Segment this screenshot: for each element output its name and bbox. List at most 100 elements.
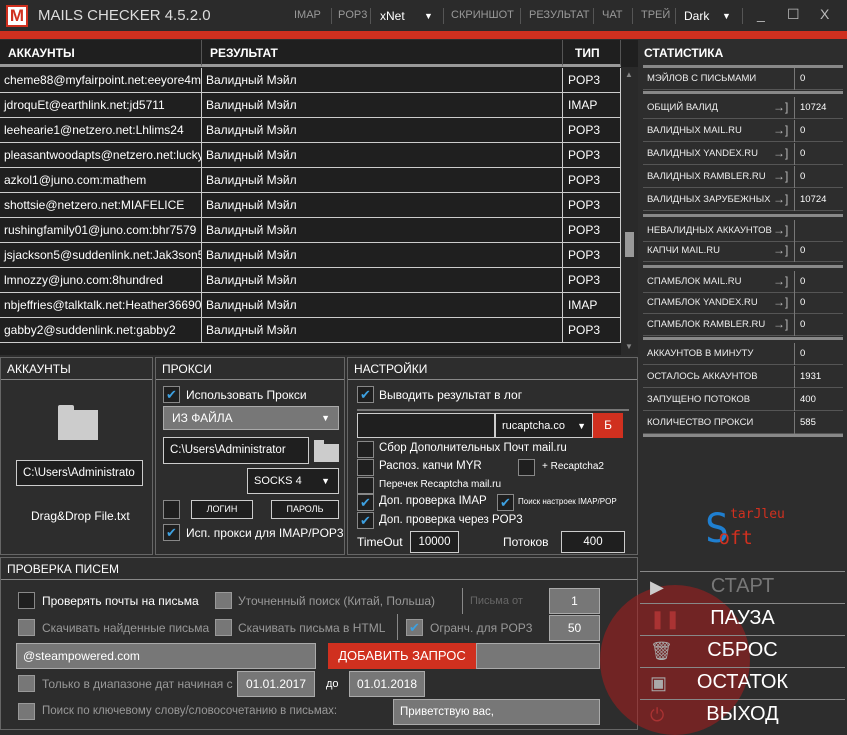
settings-title: НАСТРОЙКИ <box>348 358 637 380</box>
check-letters-checkbox[interactable] <box>18 592 35 609</box>
imap-search-label: Поиск настроек IMAP/POP <box>518 497 617 506</box>
add-query-button[interactable]: ДОБАВИТЬ ЗАПРОС <box>328 643 476 669</box>
export-icon[interactable]: →] <box>773 295 788 309</box>
proxy-auth-checkbox[interactable] <box>163 500 180 519</box>
col-header-accounts[interactable]: АККАУНТЫ <box>0 40 202 67</box>
scrollbar[interactable]: ▲ ▼ <box>621 67 638 355</box>
drag-drop-label[interactable]: Drag&Drop File.txt <box>31 509 130 523</box>
table-row[interactable]: azkol1@juno.com:mathem Валидный Мэйл POP3 <box>0 168 621 193</box>
scroll-down-icon[interactable]: ▼ <box>625 342 633 351</box>
table-row[interactable]: pleasantwoodapts@netzero.net:lucky Валидн… <box>0 143 621 168</box>
login-button[interactable]: ЛОГИН <box>191 500 253 519</box>
minimize-button[interactable]: _ <box>757 6 765 22</box>
query-input[interactable]: @steampowered.com <box>16 643 316 669</box>
download-html-checkbox[interactable] <box>215 619 232 636</box>
table-row[interactable]: lmnozzy@juno.com:8hundred Валидный Мэйл PO… <box>0 268 621 293</box>
export-icon[interactable]: →] <box>773 317 788 331</box>
pop3-limit-checkbox[interactable]: ✔ <box>406 619 423 636</box>
maximize-button[interactable]: ☐ <box>787 6 800 23</box>
table-row[interactable]: jdroquEt@earthlink.net:jd5711 Валидный Мэ… <box>0 93 621 118</box>
proxy-type-select[interactable]: SOCKS 4 ▼ <box>247 468 339 494</box>
proxy-panel: ПРОКСИ ✔ Использовать Прокси ИЗ ФАЙЛА ▼ C… <box>155 357 345 555</box>
col-header-result[interactable]: РЕЗУЛЬТАТ <box>202 40 563 67</box>
pop3-check-checkbox[interactable]: ✔ <box>357 512 374 529</box>
table-row[interactable]: leehearie1@netzero.net:Lhlims24 Валидный … <box>0 118 621 143</box>
imap-check-checkbox[interactable]: ✔ <box>357 494 374 511</box>
pop3-limit-input[interactable]: 50 <box>549 615 600 641</box>
app-logo: M <box>6 5 28 27</box>
stat-label: ВАЛИДНЫХ MAIL.RU <box>647 125 742 136</box>
chevron-down-icon[interactable]: ▼ <box>424 11 433 21</box>
scroll-up-icon[interactable]: ▲ <box>625 70 633 79</box>
refined-search-label: Уточненный поиск (Китай, Польша) <box>238 594 436 608</box>
captcha-balance-button[interactable]: Б <box>593 413 623 438</box>
cell-result: Валидный Мэйл <box>202 168 563 193</box>
use-proxy-checkbox[interactable]: ✔ <box>163 386 180 403</box>
date-from-input[interactable]: 01.01.2017 <box>237 671 315 697</box>
scroll-thumb[interactable] <box>625 232 634 257</box>
proxy-imap-pop3-checkbox[interactable]: ✔ <box>163 524 180 541</box>
proxy-path-input[interactable]: C:\Users\Administrator <box>163 437 309 464</box>
timeout-input[interactable]: 10000 <box>410 531 459 553</box>
menu-tray[interactable]: ТРЕЙ <box>641 9 670 21</box>
export-icon[interactable]: →] <box>773 243 788 257</box>
export-icon[interactable]: →] <box>773 146 788 160</box>
library-select[interactable]: xNet <box>380 9 405 23</box>
table-row[interactable]: gabby2@suddenlink.net:gabby2 Валидный Мэй… <box>0 318 621 343</box>
pause-button[interactable]: ❚❚ ПАУЗА <box>640 603 845 635</box>
download-checkbox[interactable] <box>18 619 35 636</box>
menu-result[interactable]: РЕЗУЛЬТАТ <box>529 9 589 21</box>
stat-row: ВАЛИДНЫХ MAIL.RU →] 0 <box>643 120 843 142</box>
cell-account: azkol1@juno.com:mathem <box>0 168 202 193</box>
folder-icon[interactable] <box>314 440 339 462</box>
captcha-key-input[interactable] <box>357 413 495 438</box>
reset-button[interactable]: 🗑 СБРОС <box>640 635 845 667</box>
close-button[interactable]: X <box>820 6 829 22</box>
results-table[interactable]: АККАУНТЫ РЕЗУЛЬТАТ ТИП cheme88@myfairpoi… <box>0 40 638 355</box>
menu-imap[interactable]: IMAP <box>294 9 321 21</box>
captcha-service-select[interactable]: rucaptcha.co ▼ <box>495 413 593 438</box>
recaptcha2-checkbox[interactable] <box>518 459 535 476</box>
theme-select[interactable]: Dark <box>684 9 709 23</box>
keyword-checkbox[interactable] <box>18 703 35 720</box>
table-row[interactable]: nbjeffries@talktalk.net:Heather36690 Вали… <box>0 293 621 318</box>
refined-search-checkbox[interactable] <box>215 592 232 609</box>
table-row[interactable]: rushingfamily01@juno.com:bhr7579 Валидный… <box>0 218 621 243</box>
recheck-checkbox[interactable] <box>357 477 374 494</box>
letters-from-input[interactable]: 1 <box>549 588 600 614</box>
export-icon[interactable]: →] <box>773 169 788 183</box>
accounts-path-input[interactable]: C:\Users\Administrato <box>16 460 143 486</box>
table-row[interactable]: cheme88@myfairpoint.net:eeyore4m Валидный… <box>0 68 621 93</box>
export-icon[interactable]: →] <box>773 123 788 137</box>
col-header-type[interactable]: ТИП <box>563 40 621 67</box>
rest-button[interactable]: ▣ ОСТАТОК <box>640 667 845 699</box>
proxy-source-select[interactable]: ИЗ ФАЙЛА ▼ <box>163 406 339 430</box>
accounts-title: АККАУНТЫ <box>1 358 152 380</box>
exit-button[interactable]: ⏻ ВЫХОД <box>640 699 845 731</box>
threads-input[interactable]: 400 <box>561 531 625 553</box>
chevron-down-icon: ▼ <box>321 413 330 423</box>
myr-checkbox[interactable] <box>357 459 374 476</box>
password-button[interactable]: ПАРОЛЬ <box>271 500 339 519</box>
collect-checkbox[interactable] <box>357 441 374 458</box>
export-icon[interactable]: →] <box>773 192 788 206</box>
menu-screenshot[interactable]: СКРИНШОТ <box>451 9 514 21</box>
starjleu-soft-logo: StarJleu Soft <box>705 506 785 557</box>
menu-pop3[interactable]: POP3 <box>338 9 367 21</box>
export-icon[interactable]: →] <box>773 223 788 237</box>
date-to-input[interactable]: 01.01.2018 <box>349 671 425 697</box>
export-icon[interactable]: →] <box>773 100 788 114</box>
chevron-down-icon[interactable]: ▼ <box>722 11 731 21</box>
imap-search-checkbox[interactable]: ✔ <box>497 494 514 511</box>
keyword-input[interactable]: Приветствую вас, <box>393 699 600 725</box>
export-icon[interactable]: →] <box>773 274 788 288</box>
start-button[interactable]: ▶ СТАРТ <box>640 571 845 603</box>
table-row[interactable]: shottsie@netzero.net:MIAFELICE Валидный М… <box>0 193 621 218</box>
date-range-checkbox[interactable] <box>18 675 35 692</box>
table-row[interactable]: jsjackson5@suddenlink.net:Jak3son5 Валидн… <box>0 243 621 268</box>
query-list-input[interactable] <box>476 643 600 669</box>
folder-icon[interactable] <box>58 405 98 440</box>
log-checkbox[interactable]: ✔ <box>357 386 374 403</box>
menu-chat[interactable]: ЧАТ <box>602 9 623 21</box>
cell-account: nbjeffries@talktalk.net:Heather36690 <box>0 293 202 318</box>
